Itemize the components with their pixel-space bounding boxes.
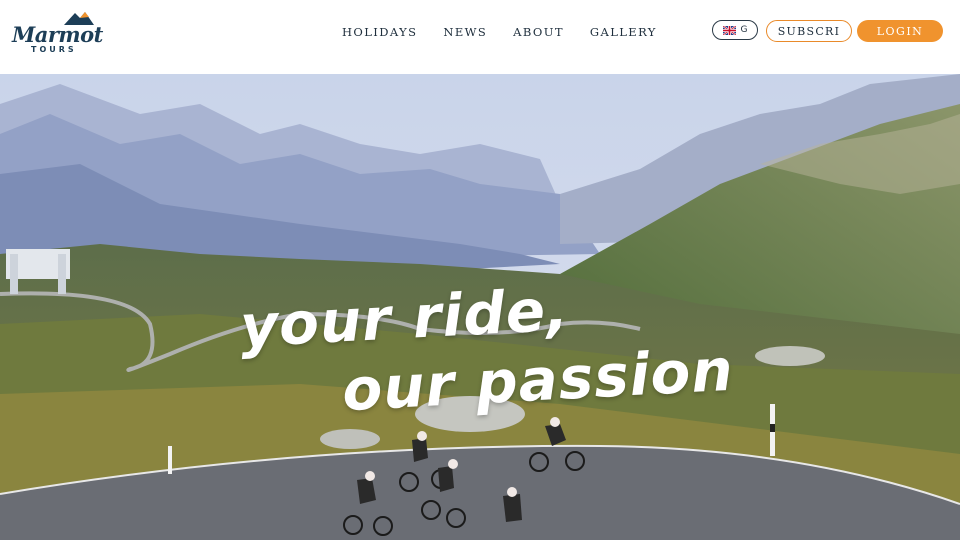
language-selector[interactable]: G <box>712 20 758 40</box>
nav-holidays[interactable]: HOLIDAYS <box>342 25 417 39</box>
uk-flag-icon <box>722 25 736 35</box>
main-nav: HOLIDAYS NEWS ABOUT GALLERY <box>342 25 657 39</box>
logo-subtitle: TOURS <box>31 45 77 54</box>
top-navigation-bar: Marmot TOURS HOLIDAYS NEWS ABOUT GALLERY… <box>0 0 960 74</box>
language-code: G <box>740 25 748 35</box>
nav-news[interactable]: NEWS <box>443 25 487 39</box>
nav-about[interactable]: ABOUT <box>513 25 564 39</box>
subscribe-button[interactable]: SUBSCRI <box>766 20 852 42</box>
nav-gallery[interactable]: GALLERY <box>590 25 657 39</box>
logo-wordmark: Marmot <box>12 22 103 47</box>
hero-banner: your ride, our passion <box>0 74 960 540</box>
login-button[interactable]: LOGIN <box>857 20 943 42</box>
marmot-tours-logo[interactable]: Marmot TOURS <box>12 8 108 58</box>
